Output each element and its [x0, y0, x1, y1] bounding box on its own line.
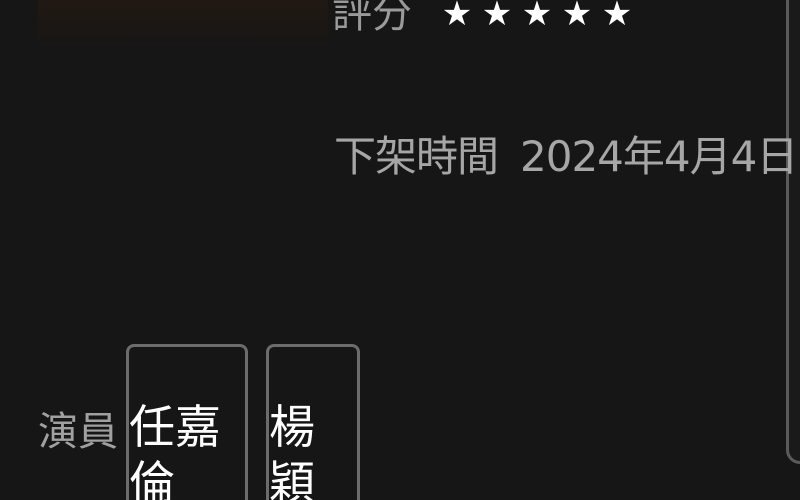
cast-member-name: 楊穎: [269, 400, 315, 500]
removal-date-row: 下架時間 2024年4月4日: [334, 128, 798, 186]
rating-stars: ★ ★ ★ ★ ★: [440, 0, 634, 31]
star-icon: ★: [561, 0, 593, 34]
detail-screen: 評分 ★ ★ ★ ★ ★ 下架時間 2024年4月4日 演員 任嘉倫 楊穎: [0, 0, 800, 500]
side-panel-edge: [786, 0, 800, 464]
removal-date-label: 下架時間: [334, 132, 499, 181]
star-icon: ★: [601, 0, 633, 34]
cast-member-chip[interactable]: 任嘉倫: [126, 344, 248, 500]
star-icon: ★: [441, 0, 473, 34]
rating-row: 評分 ★ ★ ★ ★ ★: [332, 0, 634, 36]
star-icon: ★: [521, 0, 553, 34]
cast-member-name: 任嘉倫: [129, 400, 221, 500]
removal-date-value: 2024年4月4日: [520, 132, 798, 181]
poster-image[interactable]: [38, 0, 328, 48]
cast-member-chip[interactable]: 楊穎: [266, 344, 360, 500]
star-icon: ★: [481, 0, 513, 34]
rating-label: 評分: [332, 0, 412, 36]
cast-label: 演員: [38, 409, 118, 455]
